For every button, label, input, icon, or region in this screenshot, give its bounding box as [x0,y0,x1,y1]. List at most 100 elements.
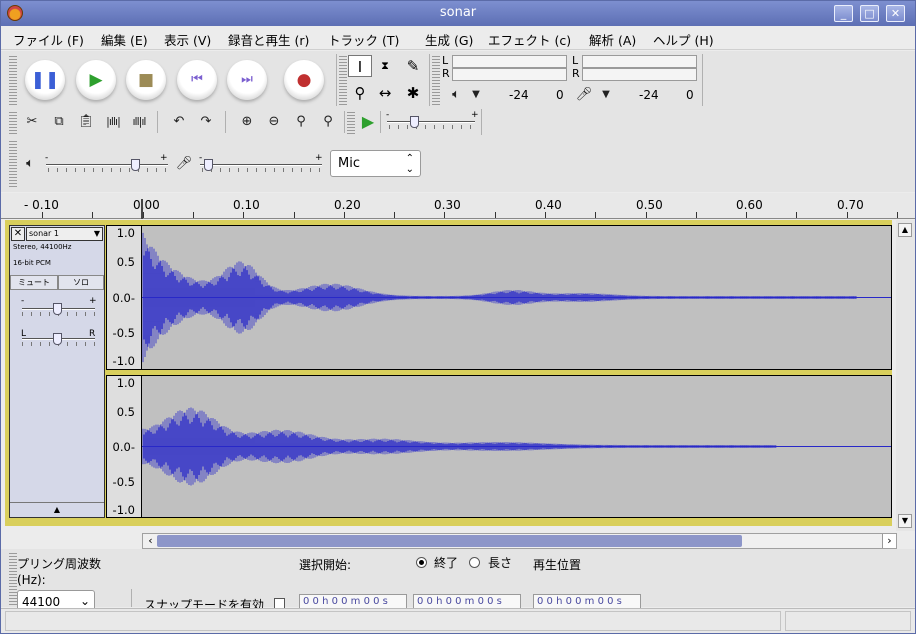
toolbar-divider [131,589,132,607]
output-volume-slider-track[interactable] [46,164,168,166]
zoom-in-icon[interactable]: ⊕ [234,111,260,133]
gain-slider-thumb[interactable] [53,303,62,315]
menu-effect[interactable]: エフェクト (c) [488,30,571,49]
pause-button[interactable]: ❚❚ [25,60,65,100]
menu-analyze[interactable]: 解析 (A) [589,30,636,49]
timeline-ruler[interactable]: - 0.10 0.00 0.10 0.20 0.30 0.40 0.50 0.6… [1,193,915,219]
track-name-menu[interactable]: sonar 1 ▼ [26,227,103,241]
paste-icon[interactable]: 📋︎ [73,111,99,133]
fit-selection-icon[interactable]: ⚲ [288,111,314,133]
length-radio-label: 長さ [488,556,513,570]
speed-slider-track[interactable] [387,121,475,123]
input-volume-slider-ticks [202,168,320,172]
close-button[interactable]: ✕ [886,5,905,22]
stop-button[interactable]: ■ [126,60,166,100]
menu-view[interactable]: 表示 (V) [164,30,211,49]
end-radio[interactable] [416,557,427,568]
cut-icon[interactable]: ✂ [19,111,45,133]
menu-edit[interactable]: 編集 (E) [101,30,148,49]
waveform-channel-1[interactable] [141,225,892,370]
ruler-tick [595,212,596,218]
vertical-scrollbar[interactable]: ▲ ▼ [896,220,915,531]
skip-to-start-button[interactable]: ⏮ [177,60,217,100]
output-volume-slider-thumb[interactable] [130,159,140,171]
input-source-value: Mic [338,156,360,171]
menu-generate[interactable]: 生成 (G) [425,30,473,49]
ruler-tick [746,212,747,218]
audio-position-label: 再生位置 [533,558,582,572]
undo-icon[interactable]: ↶ [166,111,192,133]
input-volume-slider-thumb[interactable] [203,159,213,171]
ruler-tick [796,212,797,218]
record-button[interactable]: ● [284,60,324,100]
amplitude-label: 0.5 [116,405,135,419]
record-meter-left-label: L [572,54,579,67]
zoom-tool-icon[interactable]: ⚲ [348,82,372,104]
toolbar-grip[interactable] [347,110,355,134]
horizontal-scrollbar[interactable]: ‹ › [142,533,897,549]
ruler-tick [646,212,647,218]
playback-meter-left-label: L [442,54,449,67]
copy-icon[interactable]: ⧉ [46,111,72,133]
track-close-button[interactable]: ✕ [11,227,25,241]
toolbar-grip[interactable] [9,139,17,189]
toolbar-grip[interactable] [9,551,17,607]
scroll-left-icon[interactable]: ‹ [144,534,157,548]
scroll-up-icon[interactable]: ▲ [898,223,912,237]
ruler-label: 0.20 [334,198,361,212]
horizontal-scroll-thumb[interactable] [157,535,742,547]
menu-transport[interactable]: 録音と再生 (r) [228,30,309,49]
multi-tool-icon[interactable]: ✱ [401,82,425,104]
toolbar-divider [225,111,226,133]
zoom-out-icon[interactable]: ⊖ [261,111,287,133]
envelope-tool-icon[interactable]: ⧗ [373,55,397,77]
redo-icon[interactable]: ↷ [193,111,219,133]
ruler-tick [294,212,295,218]
select-chevron-icon: ⌃ ⌄ [405,153,414,175]
minimize-button[interactable]: _ [834,5,853,22]
toolbar-grip[interactable] [432,54,440,106]
waveform-channel-2[interactable] [141,375,892,518]
output-volume-plus: + [160,153,168,163]
silence-icon[interactable]: ıll|ıl [126,111,152,133]
menu-file[interactable]: ファイル (F) [13,30,84,49]
menu-tracks[interactable]: トラック (T) [328,30,399,49]
input-volume-slider-track[interactable] [200,164,322,166]
pan-slider-thumb[interactable] [53,333,62,345]
play-at-speed-icon[interactable]: ▶ [355,111,381,133]
playback-meter-menu-chevron-icon[interactable]: ▼ [463,84,489,106]
length-radio[interactable] [469,557,480,568]
waveform-channel-2-plot [142,407,891,486]
time-shift-tool-icon[interactable]: ↔ [373,82,397,104]
speed-slider-thumb[interactable] [410,116,419,128]
scroll-right-icon[interactable]: › [882,534,896,548]
trim-icon[interactable]: |ıllı| [100,111,126,133]
record-meter-scale-a: -24 [639,88,659,102]
toolbar-grip[interactable] [9,54,17,106]
output-volume-slider-ticks [48,168,166,172]
ruler-tick [193,212,194,218]
draw-tool-icon[interactable]: ✎ [401,55,425,77]
ruler-tick [847,212,848,218]
toolbar-grip[interactable] [9,110,17,134]
toolbar-grip[interactable] [339,54,347,106]
playhead-start-marker[interactable] [141,199,151,219]
menu-help[interactable]: ヘルプ (H) [653,30,714,49]
ruler-tick [444,212,445,218]
mute-button[interactable]: ミュート [10,275,58,290]
skip-to-end-button[interactable]: ⏭ [227,60,267,100]
collapse-track-button[interactable]: ▲ [10,502,104,517]
record-meter-menu-chevron-icon[interactable]: ▼ [593,84,619,106]
track-info-bitdepth: 16-bit PCM [13,259,51,267]
maximize-button[interactable]: □ [860,5,879,22]
amplitude-label: -0.5 [112,475,135,489]
solo-button[interactable]: ソロ [58,275,104,290]
play-button[interactable]: ▶ [76,60,116,100]
scroll-down-icon[interactable]: ▼ [898,514,912,528]
input-source-select[interactable]: Mic ⌃ ⌄ [330,150,421,177]
toolbar-divider [344,111,345,133]
track-control-panel[interactable]: ✕ sonar 1 ▼ Stereo, 44100Hz 16-bit PCM ミ… [9,225,105,518]
toolbar-divider [429,54,430,106]
selection-tool-icon[interactable]: I [348,55,372,77]
fit-project-icon[interactable]: ⚲ [315,111,341,133]
